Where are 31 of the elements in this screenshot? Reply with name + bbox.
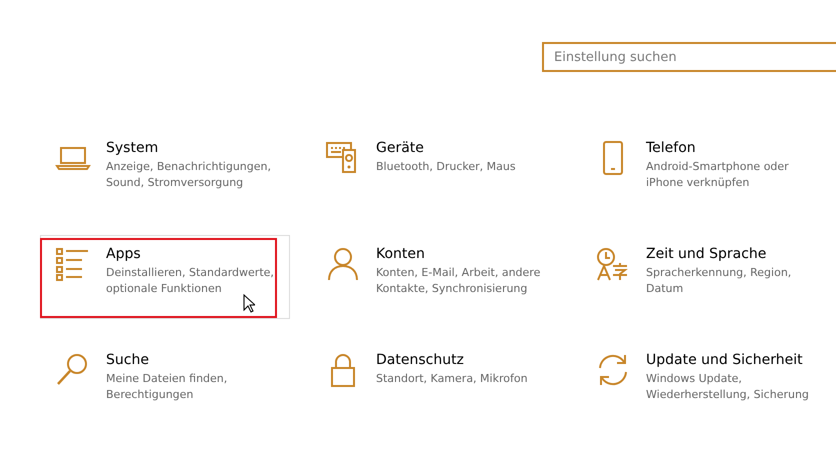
category-title: Suche — [106, 352, 149, 368]
category-tile[interactable]: Konten Konten, E-Mail, Arbeit, andere Kontakte, Synchronisierung — [310, 235, 560, 319]
category-tile[interactable]: Update und Sicherheit Windows Update, Wiederherstellung, Sicherung — [580, 341, 830, 425]
category-description: Windows Update, Wiederherstellung, Sicherung — [646, 371, 810, 403]
category-description: Anzeige, Benachrichtigungen, Sound, Stromversorgung — [106, 159, 272, 191]
category-title: Zeit und Sprache — [646, 246, 766, 262]
person-icon — [325, 246, 361, 282]
category-tile[interactable]: Zeit und Sprache Spracherkennung, Region, Datum — [580, 235, 830, 319]
category-tile[interactable]: Geräte Bluetooth, Drucker, Maus — [310, 129, 560, 213]
category-tile[interactable]: Datenschutz Standort, Kamera, Mikrofon — [310, 341, 560, 425]
category-title: Telefon — [646, 140, 696, 156]
category-tile[interactable]: Telefon Android-Smartphone oder iPhone verknüpfen — [580, 129, 830, 213]
category-description: Deinstallieren, Standardwerte, optionale Funktionen — [106, 265, 275, 297]
category-tile[interactable]: System Anzeige, Benachrichtigungen, Sound, Stromversorgung — [40, 129, 290, 213]
category-tile[interactable]: Apps Deinstallieren, Standardwerte, optionale Funktionen — [40, 235, 290, 319]
category-title: Apps — [106, 246, 141, 262]
category-description: Konten, E-Mail, Arbeit, andere Kontakte, Synchronisierung — [376, 265, 542, 297]
category-description: Android-Smartphone oder iPhone verknüpfen — [646, 159, 790, 191]
category-title: System — [106, 140, 158, 156]
category-description: Spracherkennung, Region, Datum — [646, 265, 792, 297]
category-tile[interactable]: Suche Meine Dateien finden, Berechtigungen — [40, 341, 290, 425]
list-icon — [55, 246, 91, 282]
category-title: Datenschutz — [376, 352, 464, 368]
category-description: Meine Dateien finden, Berechtigungen — [106, 371, 228, 403]
category-title: Update und Sicherheit — [646, 352, 803, 368]
category-description: Standort, Kamera, Mikrofon — [376, 371, 528, 387]
category-title: Konten — [376, 246, 425, 262]
category-description: Bluetooth, Drucker, Maus — [376, 159, 516, 175]
mouse-cursor-icon — [243, 294, 255, 313]
search-field[interactable]: Einstellung suchen — [542, 42, 836, 72]
category-title: Geräte — [376, 140, 424, 156]
